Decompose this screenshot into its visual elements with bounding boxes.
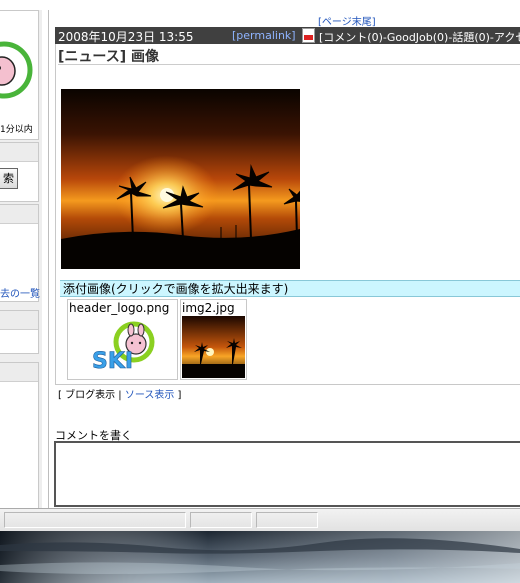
sunset-thumbnail-image (182, 316, 245, 378)
blog-view-link[interactable]: ブログ表示 (65, 390, 115, 401)
post-date: 2008年10月23日 13:55 (58, 30, 194, 44)
attachment-thumbnail-photo[interactable]: img2.jpg (180, 299, 247, 380)
sidebar-box-4-header (0, 311, 38, 330)
sidebar-archive-header (0, 205, 38, 224)
status-panel-3 (256, 512, 318, 528)
bracket-close: ] (174, 390, 182, 401)
window-status-bar (0, 508, 520, 531)
post-title: [ニュース] 画像 (58, 49, 159, 65)
permalink-link[interactable]: [permalink] (232, 29, 296, 42)
attachment-header: 添付画像(クリックで画像を拡大出来ます) (60, 280, 520, 297)
sidebar-search-box: 索 (0, 142, 39, 202)
archive-list-link[interactable]: 去の一覧 (0, 285, 40, 300)
title-divider (58, 64, 520, 65)
status-panel-main (4, 512, 186, 528)
sidebar: 1分以内 索 去の一覧 (0, 10, 42, 510)
attachment-thumbnail-logo[interactable]: header_logo.png SKI (67, 299, 178, 380)
comment-textarea[interactable] (54, 441, 520, 507)
sidebar-box-5-header (0, 363, 38, 382)
sunset-photo[interactable] (61, 89, 300, 269)
sidebar-stat-text: 1分以内 (0, 125, 33, 135)
mascot-icon (0, 41, 33, 99)
status-panel-2 (190, 512, 252, 528)
document-icon[interactable] (302, 28, 315, 43)
post-header-bar: 2008年10月23日 13:55 [permalink] [コメント(0)-G… (55, 27, 520, 44)
attachment-filename: img2.jpg (182, 301, 235, 315)
link-separator: | (115, 390, 125, 401)
ski-logo-image: SKI (92, 321, 155, 374)
sidebar-search-header (0, 143, 38, 162)
view-links: [ ブログ表示 | ソース表示 ] (58, 386, 181, 401)
sidebar-box-4 (0, 310, 39, 354)
sidebar-profile-box: 1分以内 (0, 10, 39, 140)
desktop-wallpaper (0, 531, 520, 583)
sidebar-box-5 (0, 362, 39, 510)
source-view-link[interactable]: ソース表示 (125, 390, 175, 401)
column-divider (48, 10, 49, 508)
sidebar-archive-box: 去の一覧 (0, 204, 40, 302)
post-stats[interactable]: [コメント(0)-GoodJob(0)-話題(0)-アクセス (319, 29, 520, 44)
ski-logo-text: SKI (92, 349, 133, 374)
search-button[interactable]: 索 (0, 168, 18, 189)
page-bottom-link[interactable]: [ページ末尾] (318, 13, 376, 28)
attachment-filename: header_logo.png (69, 301, 170, 315)
